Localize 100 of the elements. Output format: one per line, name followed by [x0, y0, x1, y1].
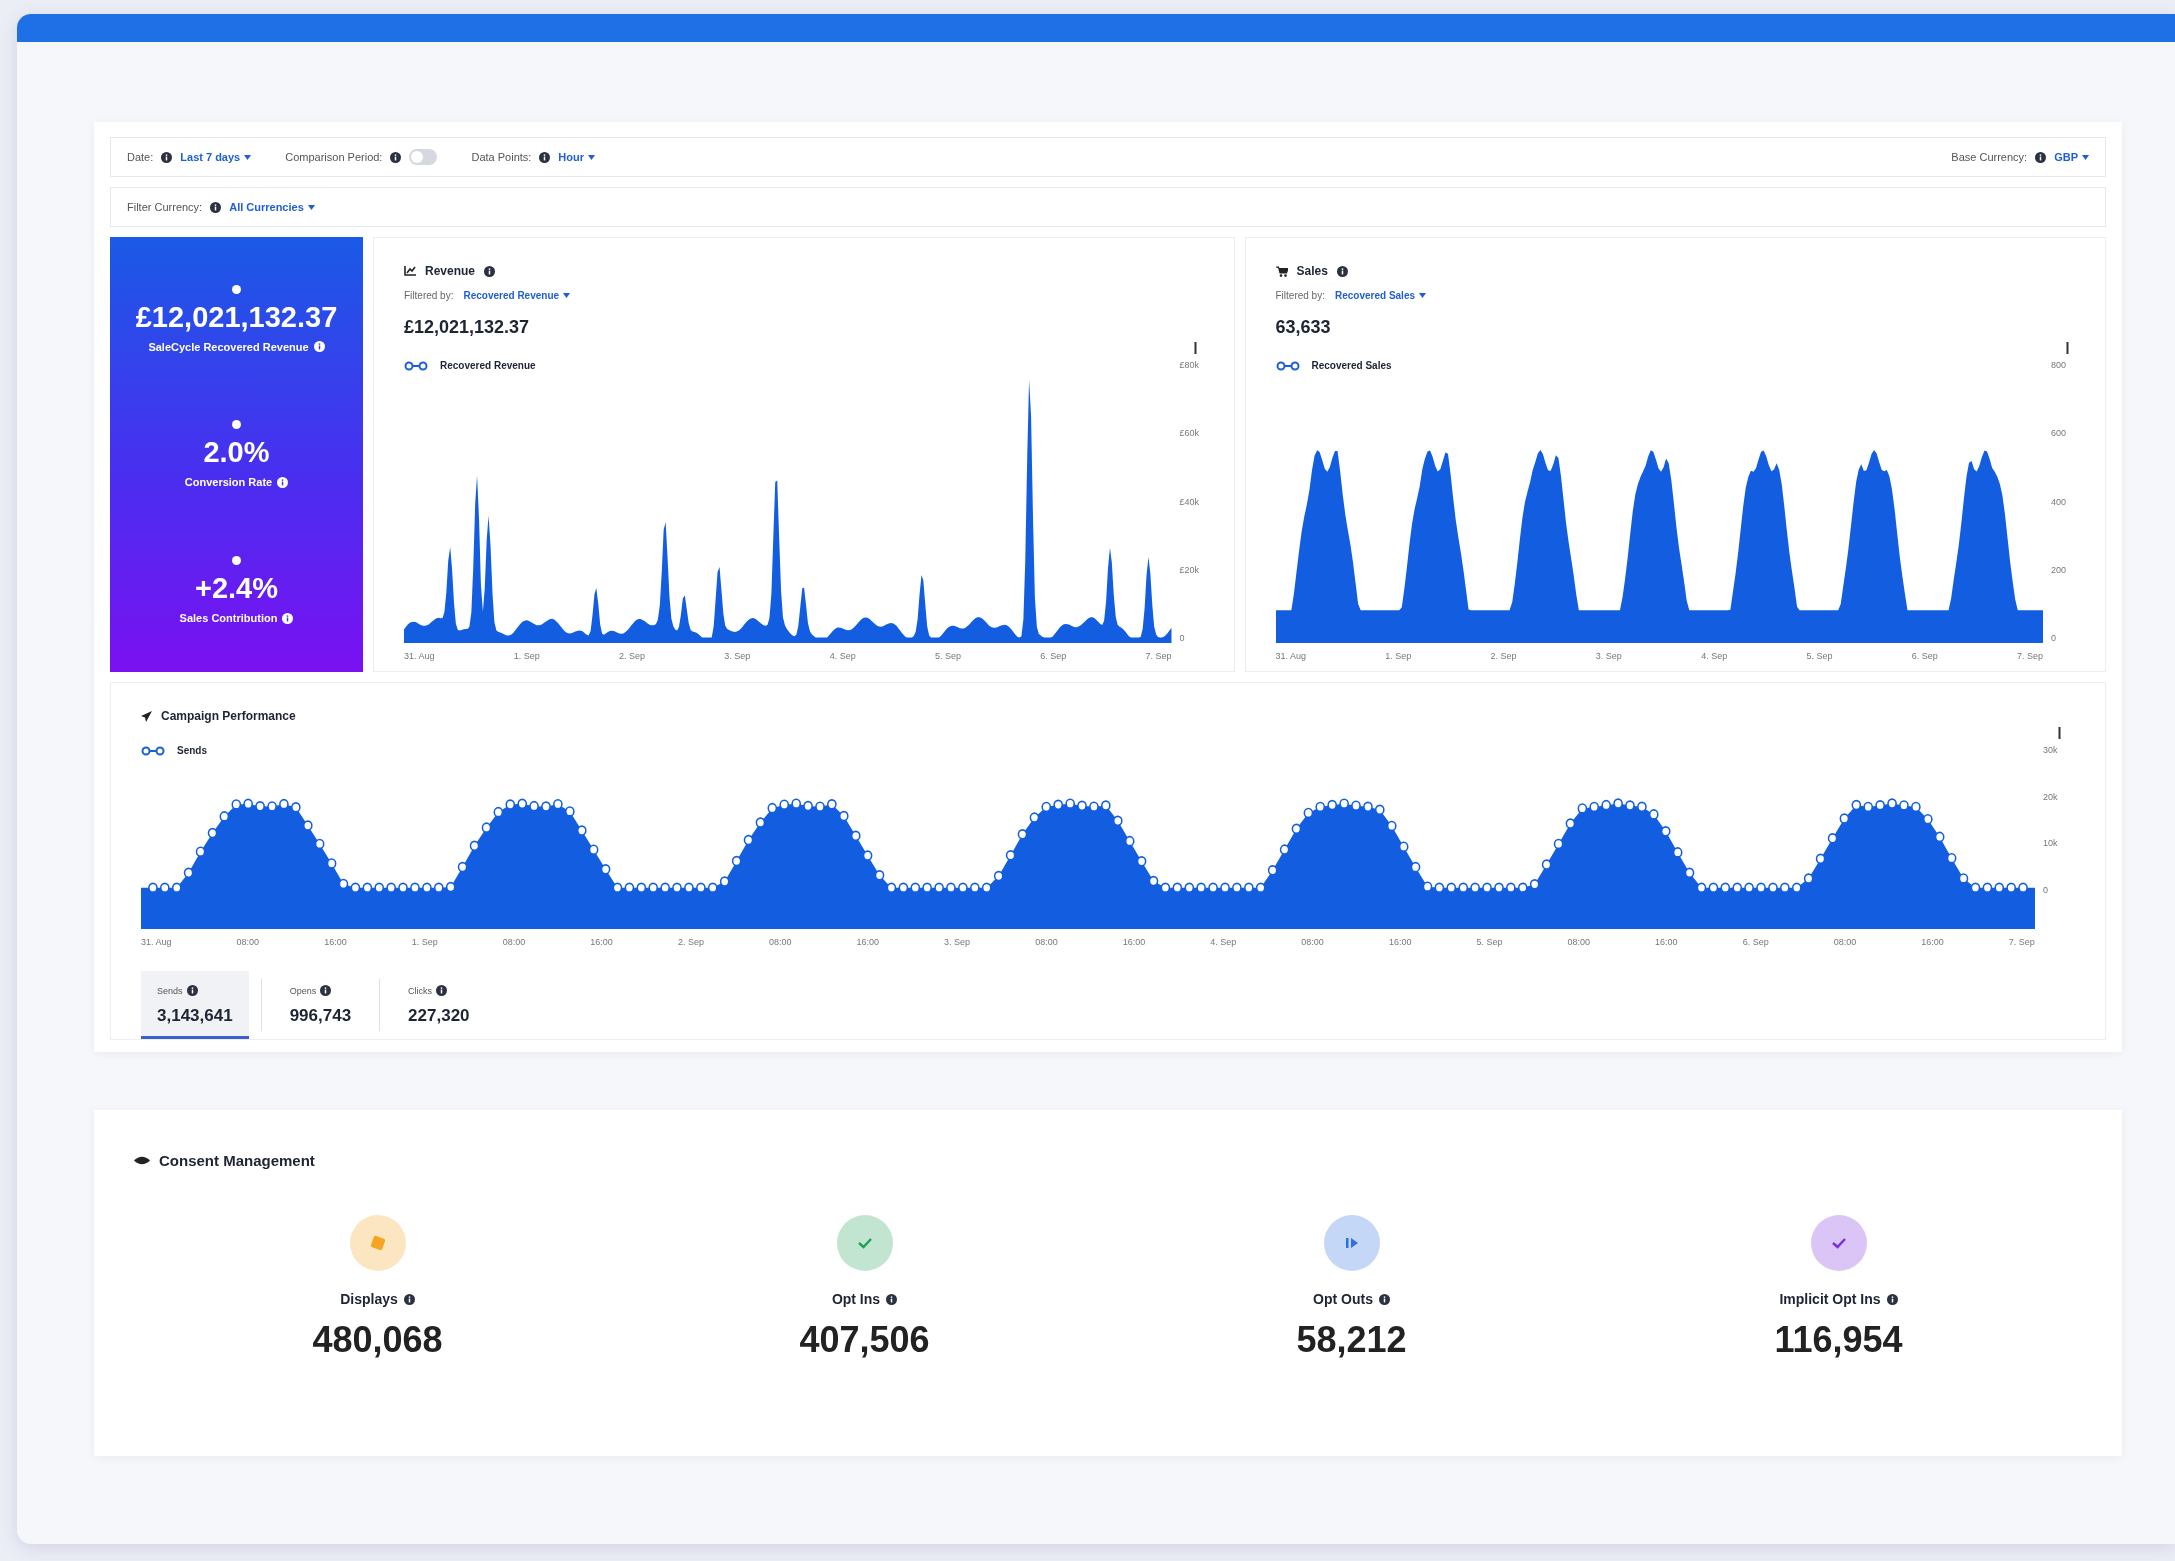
- axis-label: 10k: [2043, 838, 2059, 849]
- info-icon[interactable]: [1336, 265, 1348, 277]
- axis-label: £80k: [1179, 360, 1201, 370]
- info-icon[interactable]: [277, 477, 289, 488]
- metric-tab[interactable]: Opens 996,743: [273, 971, 368, 1039]
- axis-label: 30k: [2043, 745, 2059, 755]
- info-icon[interactable]: [186, 985, 198, 996]
- stat-value: 58,212: [1296, 1319, 1407, 1361]
- caret-icon: [307, 204, 315, 210]
- stat-label: Displays: [340, 1291, 398, 1307]
- axis-label: 1. Sep: [411, 937, 438, 947]
- caret-icon: [244, 154, 252, 160]
- axis-label: 4. Sep: [829, 651, 856, 661]
- axis-label: 16:00: [856, 937, 880, 947]
- axis-label: £40k: [1179, 496, 1201, 507]
- axis-label: 2. Sep: [1490, 651, 1517, 661]
- filter-dropdown[interactable]: Last 7 days: [180, 151, 252, 163]
- currency-dropdown[interactable]: All Currencies: [229, 201, 315, 213]
- total-value: 63,633: [1275, 317, 1332, 338]
- axis-label: 6. Sep: [1742, 937, 1769, 947]
- card-title: Sales: [1296, 264, 1328, 278]
- axis-label: 1. Sep: [1385, 651, 1412, 661]
- axis-label: 16:00: [324, 937, 347, 947]
- info-icon[interactable]: [403, 1293, 415, 1305]
- legend-label: Recovered Revenue: [440, 360, 536, 371]
- kpi-value: +2.4%: [194, 572, 278, 606]
- axis-label: 0: [1179, 633, 1186, 643]
- chart-menu-icon[interactable]: [2057, 727, 2061, 739]
- axis-label: 08:00: [1035, 937, 1058, 947]
- metric-tab[interactable]: Sends 3,143,641: [141, 971, 249, 1039]
- info-icon[interactable]: [282, 612, 294, 624]
- info-icon[interactable]: [436, 985, 448, 996]
- axis-label: 2. Sep: [619, 651, 646, 661]
- caret-icon: [588, 154, 596, 160]
- info-icon[interactable]: [886, 1293, 898, 1305]
- filter-label: Filtered by:: [1275, 290, 1325, 301]
- filter-label: Base Currency:: [1951, 151, 2028, 163]
- stat-value: 116,954: [1774, 1319, 1903, 1361]
- filter-label: Comparison Period:: [285, 151, 383, 163]
- axis-label: 08:00: [236, 937, 260, 947]
- filter-label: Data Points:: [471, 151, 532, 163]
- info-icon[interactable]: [210, 201, 222, 213]
- currency-dropdown[interactable]: GBP: [2054, 151, 2089, 163]
- series-marker-icon: [1275, 360, 1300, 371]
- axis-label: 2. Sep: [677, 937, 704, 947]
- axis-label: 5. Sep: [1476, 937, 1503, 947]
- axis-label: 08:00: [768, 937, 792, 947]
- info-icon[interactable]: [539, 151, 551, 163]
- axis-label: 3. Sep: [1595, 651, 1622, 661]
- filter-dropdown[interactable]: Recovered Sales: [1334, 290, 1427, 301]
- info-icon[interactable]: [1886, 1293, 1898, 1305]
- info-icon[interactable]: [313, 341, 325, 353]
- axis-label: 6. Sep: [1911, 651, 1938, 661]
- status-icon: [349, 1215, 406, 1271]
- card-title: Campaign Performance: [161, 709, 296, 723]
- kpi-label: Sales Contribution: [179, 612, 278, 625]
- kpi-label: SaleCycle Recovered Revenue: [148, 340, 309, 353]
- axis-label: 7. Sep: [1145, 651, 1172, 661]
- metric-tab[interactable]: Clicks 227,320: [392, 971, 486, 1039]
- info-icon[interactable]: [1378, 1293, 1390, 1305]
- axis-label: 08:00: [1567, 937, 1591, 947]
- info-icon[interactable]: [2035, 151, 2047, 163]
- axis-label: 08:00: [502, 937, 526, 947]
- axis-label: 800: [2051, 360, 2068, 370]
- axis-label: 08:00: [1301, 937, 1324, 947]
- card-title: Revenue: [425, 264, 476, 278]
- comparison-toggle[interactable]: [409, 149, 438, 165]
- axis-label: 4. Sep: [1210, 937, 1237, 947]
- axis-label: 0: [2043, 884, 2049, 895]
- chart-line-icon: [404, 266, 416, 276]
- stat-label: Implicit Opt Ins: [1779, 1291, 1881, 1307]
- axis-label: 16:00: [1122, 937, 1146, 947]
- stat-label: Opt Ins: [831, 1291, 881, 1307]
- series-marker-icon: [404, 360, 428, 371]
- filter-dropdown[interactable]: Recovered Revenue: [463, 290, 571, 301]
- axis-label: 6. Sep: [1040, 651, 1067, 661]
- stat-value: 407,506: [799, 1319, 930, 1361]
- info-icon[interactable]: [161, 151, 173, 163]
- filter-label: Filter Currency:: [127, 201, 203, 213]
- axis-label: 5. Sep: [1806, 651, 1833, 661]
- stat-label: Opt Outs: [1313, 1291, 1373, 1307]
- status-icon: [836, 1215, 893, 1271]
- info-icon[interactable]: [320, 985, 332, 996]
- axis-label: 16:00: [1655, 937, 1678, 947]
- kpi-value: 2.0%: [203, 436, 270, 470]
- filter-label: Filtered by:: [404, 290, 454, 301]
- chart-menu-icon[interactable]: [2065, 342, 2069, 354]
- legend-label: Recovered Sales: [1311, 360, 1392, 371]
- dot-icon: [232, 556, 241, 566]
- axis-label: 4. Sep: [1701, 651, 1728, 661]
- info-icon[interactable]: [390, 151, 402, 163]
- filter-dropdown[interactable]: Hour: [558, 151, 596, 163]
- filter-label: Date:: [127, 151, 154, 163]
- caret-icon: [2082, 154, 2089, 160]
- axis-label: 31. Aug: [404, 651, 435, 661]
- axis-label: 200: [2051, 564, 2068, 575]
- kpi-value: £12,021,132.37: [135, 300, 338, 334]
- axis-label: 16:00: [1388, 937, 1412, 947]
- info-icon[interactable]: [484, 265, 496, 277]
- dot-icon: [232, 420, 241, 430]
